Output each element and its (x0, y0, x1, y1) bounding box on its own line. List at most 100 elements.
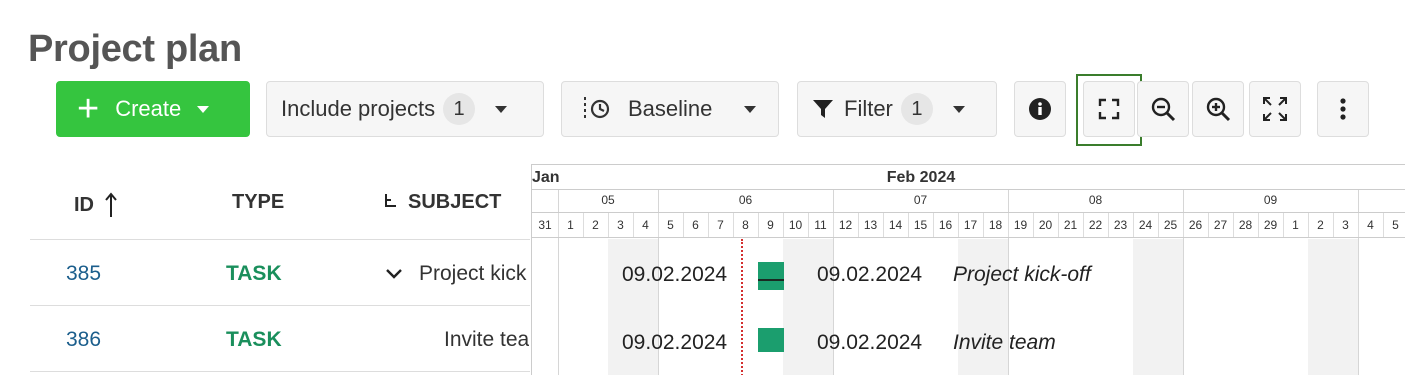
gantt-week-header: 05 06 07 08 09 (532, 189, 1405, 214)
zoom-to-fit-button[interactable] (1249, 81, 1301, 137)
filter-label: Filter (844, 96, 893, 121)
gantt-day-label: 6 (692, 218, 699, 232)
table-row[interactable]: 385 TASK Project kick-off (30, 239, 530, 306)
more-button[interactable] (1317, 81, 1369, 137)
gantt-day-label: 29 (1263, 218, 1278, 232)
gantt-week-label: 07 (913, 193, 928, 207)
column-header-subject[interactable]: SUBJECT (382, 191, 501, 214)
gantt-end-date-label: 09.02.2024 (817, 263, 923, 286)
gantt-bar-parent[interactable] (758, 262, 784, 290)
gantt-week-label: 06 (738, 193, 753, 207)
gantt-week-label: 05 (601, 193, 615, 207)
gantt-start-date-label: 09.02.2024 (622, 331, 728, 354)
gantt-day-label: 13 (863, 218, 878, 232)
gantt-weekend-column (1308, 239, 1333, 375)
fullscreen-button[interactable] (1083, 81, 1135, 137)
gantt-day-label: 1 (1292, 218, 1299, 232)
zoom-out-icon (1151, 97, 1176, 122)
gantt-day-label: 19 (1013, 218, 1028, 232)
table-row[interactable]: 386 TASK Invite team (30, 305, 530, 372)
column-header-type[interactable]: TYPE (232, 191, 284, 214)
gantt-weekend-column (783, 239, 808, 375)
fullscreen-icon (1098, 98, 1120, 120)
info-icon (1029, 98, 1051, 120)
table-header: ID TYPE SUBJECT (30, 165, 530, 239)
gantt-day-label: 27 (1213, 218, 1228, 232)
plus-icon: + (77, 88, 100, 130)
gantt-weekend-column (1158, 239, 1183, 375)
gantt-weekend-column (1333, 239, 1358, 375)
create-button[interactable]: + Create (56, 81, 250, 137)
work-package-subject[interactable]: Invite team (444, 328, 529, 352)
include-projects-button[interactable]: Include projects 1 (266, 81, 544, 137)
work-package-type: TASK (226, 262, 282, 285)
gantt-month-header: Jan Feb 2024 (532, 164, 1405, 189)
work-package-type: TASK (226, 328, 282, 351)
gantt-bar[interactable] (758, 328, 784, 352)
gantt-day-label: 26 (1188, 218, 1203, 232)
gantt-day-label: 28 (1238, 218, 1253, 232)
gantt-day-label: 8 (742, 218, 749, 232)
gantt-day-label: 7 (717, 218, 724, 232)
zoom-in-icon (1206, 97, 1231, 122)
column-header-id-label: ID (74, 193, 94, 216)
gantt-month-label: Jan (532, 169, 560, 186)
gantt-day-label: 9 (767, 218, 774, 232)
gantt-chart[interactable]: Jan Feb 2024 05 06 07 08 09 31 1 2 3 4 5 6 7 8 9 1… (531, 164, 1405, 375)
gantt-day-label: 18 (988, 218, 1003, 232)
gantt-day-label: 5 (667, 218, 674, 232)
gantt-day-label: 5 (1392, 218, 1399, 232)
chevron-down-icon (744, 105, 757, 113)
zoom-in-button[interactable] (1192, 81, 1244, 137)
work-package-id-link[interactable]: 385 (66, 262, 101, 286)
gantt-subject-label: Invite team (953, 331, 1056, 354)
filter-icon (813, 100, 833, 118)
chevron-down-icon (495, 105, 508, 113)
include-projects-label: Include projects (281, 96, 436, 121)
gantt-day-label: 12 (838, 218, 853, 232)
gantt-day-header: 31 1 2 3 4 5 6 7 8 9 10 11 12 13 14 15 16 17 18 19 20 21 22 23 2… (532, 212, 1405, 238)
gantt-bar-bracket (758, 279, 784, 281)
gantt-subject-label: Project kick-off (953, 263, 1091, 286)
baseline-label: Baseline (628, 96, 713, 121)
gantt-start-date-label: 09.02.2024 (622, 263, 728, 286)
gantt-day-label: 31 (538, 218, 552, 232)
hierarchy-icon (385, 193, 396, 207)
gantt-day-label: 11 (814, 218, 827, 232)
gantt-day-label: 21 (1063, 218, 1078, 232)
filter-button[interactable]: Filter 1 (797, 81, 997, 137)
gantt-day-label: 4 (642, 218, 649, 232)
zoom-out-button[interactable] (1137, 81, 1189, 137)
gantt-month-label: Feb 2024 (886, 169, 956, 186)
gantt-day-label: 25 (1163, 218, 1178, 232)
create-button-label: Create (115, 96, 182, 121)
work-package-id-link[interactable]: 386 (66, 328, 101, 352)
baseline-button[interactable]: Baseline (561, 81, 779, 137)
info-button[interactable] (1014, 81, 1066, 137)
column-header-type-label: TYPE (232, 191, 285, 213)
gantt-day-label: 16 (938, 218, 953, 232)
baseline-icon (584, 97, 610, 121)
column-header-id[interactable]: ID (74, 191, 118, 219)
gantt-day-label: 20 (1038, 218, 1053, 232)
gantt-day-label: 3 (1342, 218, 1349, 232)
more-vertical-icon (1340, 98, 1346, 120)
gantt-day-label: 23 (1113, 218, 1128, 232)
gantt-day-label: 14 (888, 218, 903, 232)
column-header-subject-label: SUBJECT (408, 191, 502, 213)
zoom-to-fit-icon (1263, 97, 1287, 121)
chevron-down-icon (197, 105, 210, 113)
sort-ascending-icon (105, 192, 117, 217)
page-title: Project plan (28, 28, 242, 70)
chevron-down-icon[interactable] (385, 267, 403, 281)
gantt-week-label: 09 (1263, 193, 1278, 207)
work-package-subject[interactable]: Project kick-off (385, 262, 527, 286)
row-divider (30, 371, 530, 372)
chevron-down-icon (952, 105, 965, 113)
gantt-end-date-label: 09.02.2024 (817, 331, 923, 354)
work-package-subject-text: Project kick-off (419, 262, 527, 285)
gantt-day-label: 3 (617, 218, 624, 232)
gantt-weekend-column (1133, 239, 1158, 375)
gantt-week-label: 08 (1088, 193, 1103, 207)
today-marker-line (741, 239, 743, 375)
